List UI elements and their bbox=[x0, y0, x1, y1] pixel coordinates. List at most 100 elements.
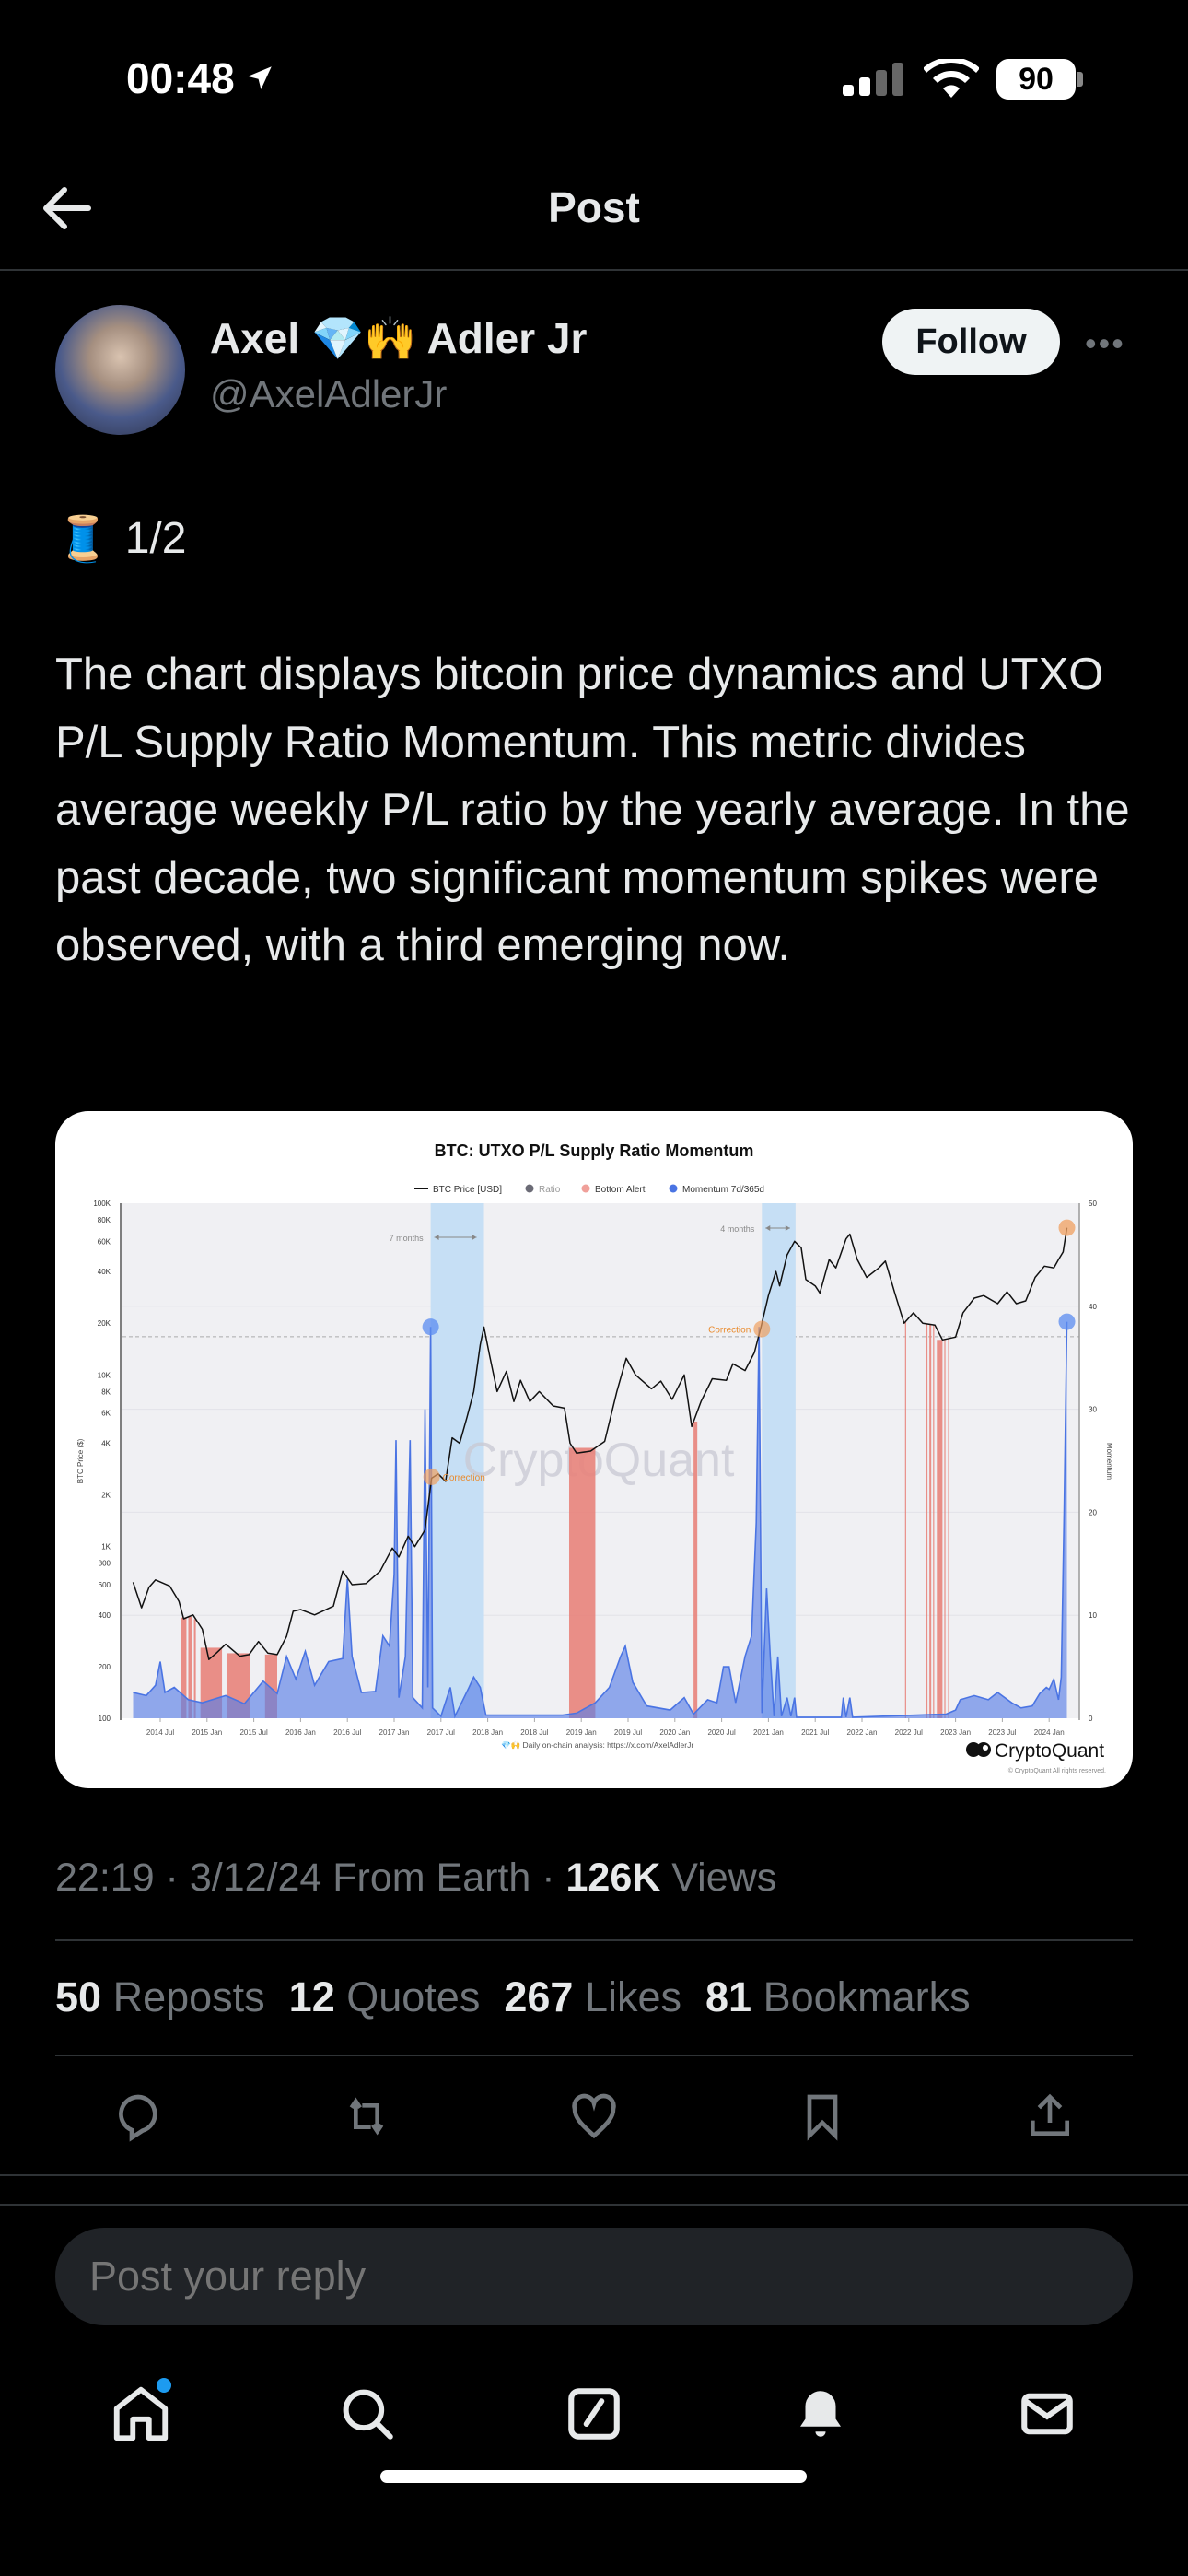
x-tick-label: 2023 Jul bbox=[988, 1728, 1016, 1737]
x-tick-label: 2017 Jul bbox=[427, 1728, 455, 1737]
reply-input[interactable] bbox=[55, 2228, 1133, 2325]
bottom-alert-bar bbox=[948, 1339, 949, 1718]
legend-ratio: Ratio bbox=[539, 1185, 561, 1195]
chart-image[interactable]: BTC: UTXO P/L Supply Ratio Momentum BTC … bbox=[55, 1111, 1133, 1788]
bookmark-icon[interactable] bbox=[790, 2084, 855, 2149]
bottom-alert-bar bbox=[926, 1324, 928, 1718]
y-tick-label: 4K bbox=[101, 1439, 111, 1447]
y2-tick-label: 50 bbox=[1089, 1200, 1097, 1208]
legend-price: BTC Price [USD] bbox=[433, 1185, 502, 1195]
post-time: 22:19 bbox=[55, 1856, 155, 1900]
y2-tick-label: 40 bbox=[1089, 1303, 1097, 1311]
divider bbox=[0, 2204, 1188, 2206]
x-tick-label: 2019 Jan bbox=[566, 1728, 597, 1737]
post-date: 3/12/24 bbox=[189, 1856, 322, 1900]
correction-label: Correction bbox=[443, 1473, 485, 1483]
y2-tick-label: 20 bbox=[1089, 1508, 1097, 1516]
header-divider bbox=[0, 269, 1188, 271]
bottom-alert-bar bbox=[568, 1447, 596, 1718]
x-tick-label: 2022 Jan bbox=[847, 1728, 878, 1737]
follow-button[interactable]: Follow bbox=[882, 309, 1060, 375]
action-bar bbox=[55, 2084, 1133, 2149]
reposts-stat[interactable]: 50 Reposts bbox=[55, 1973, 265, 2021]
y-axis-label: BTC Price ($) bbox=[76, 1438, 85, 1483]
x-tick-label: 2024 Jan bbox=[1034, 1728, 1065, 1737]
quotes-stat[interactable]: 12 Quotes bbox=[289, 1973, 481, 2021]
x-tick-label: 2021 Jan bbox=[753, 1728, 784, 1737]
y-tick-label: 8K bbox=[101, 1388, 111, 1396]
y2-axis-label: Momentum bbox=[1105, 1443, 1113, 1480]
x-tick-label: 2020 Jul bbox=[707, 1728, 735, 1737]
bottom-alert-bar bbox=[937, 1340, 943, 1718]
chart-footer: 💎🙌 Daily on-chain analysis: https://x.co… bbox=[501, 1740, 693, 1750]
legend-bottom-alert: Bottom Alert bbox=[595, 1185, 646, 1195]
unread-dot bbox=[157, 2378, 171, 2393]
views-count: 126K bbox=[565, 1856, 661, 1900]
author-handle[interactable]: @AxelAdlerJr bbox=[210, 372, 447, 416]
band-label: 7 months bbox=[390, 1234, 425, 1243]
bottom-tab-bar bbox=[0, 2372, 1188, 2455]
thread-index: 1/2 bbox=[124, 514, 187, 563]
copyright: © CryptoQuant All rights reserved. bbox=[1008, 1767, 1106, 1774]
x-tick-label: 2023 Jan bbox=[940, 1728, 971, 1737]
repost-icon[interactable] bbox=[334, 2084, 399, 2149]
y-tick-label: 100K bbox=[93, 1200, 111, 1208]
x-tick-label: 2020 Jan bbox=[659, 1728, 690, 1737]
momentum-spike-marker bbox=[1058, 1313, 1076, 1330]
page-title: Post bbox=[548, 183, 640, 231]
battery-cap bbox=[1077, 72, 1083, 87]
x-tick-label: 2015 Jan bbox=[192, 1728, 222, 1737]
likes-stat[interactable]: 267 Likes bbox=[504, 1973, 681, 2021]
wifi-icon bbox=[923, 56, 980, 102]
search-icon[interactable] bbox=[326, 2372, 409, 2455]
post-text: The chart displays bitcoin price dynamic… bbox=[55, 650, 1130, 970]
reply-icon[interactable] bbox=[106, 2084, 170, 2149]
y-tick-label: 200 bbox=[99, 1663, 111, 1671]
thread-icon: 🧵 bbox=[55, 515, 111, 564]
x-tick-label: 2019 Jul bbox=[614, 1728, 642, 1737]
x-tick-label: 2018 Jan bbox=[472, 1728, 503, 1737]
x-tick-label: 2016 Jan bbox=[285, 1728, 316, 1737]
x-tick-label: 2018 Jul bbox=[520, 1728, 548, 1737]
bottom-alert-bar bbox=[933, 1325, 935, 1718]
more-options-icon[interactable]: ••• bbox=[1085, 324, 1125, 363]
x-tick-label: 2017 Jan bbox=[379, 1728, 410, 1737]
x-tick-label: 2022 Jul bbox=[895, 1728, 923, 1737]
legend-momentum: Momentum 7d/365d bbox=[682, 1185, 764, 1195]
compose-icon[interactable] bbox=[553, 2372, 635, 2455]
price-peak-marker bbox=[1058, 1219, 1076, 1236]
y-tick-label: 40K bbox=[98, 1268, 111, 1276]
divider bbox=[55, 1939, 1133, 1941]
momentum-spike-marker bbox=[422, 1318, 439, 1336]
legend-momentum-swatch bbox=[669, 1184, 678, 1193]
bookmarks-stat[interactable]: 81 Bookmarks bbox=[705, 1973, 971, 2021]
home-icon[interactable] bbox=[99, 2372, 182, 2455]
share-icon[interactable] bbox=[1018, 2084, 1082, 2149]
divider bbox=[0, 2174, 1188, 2176]
thread-indicator: 🧵 1/2 bbox=[55, 512, 187, 565]
location-arrow-icon bbox=[247, 66, 272, 90]
y2-tick-label: 0 bbox=[1089, 1715, 1093, 1723]
notifications-icon[interactable] bbox=[779, 2372, 862, 2455]
avatar[interactable] bbox=[55, 305, 185, 435]
bottom-alert-bar bbox=[944, 1339, 946, 1718]
correction-label: Correction bbox=[708, 1326, 751, 1336]
y-tick-label: 80K bbox=[98, 1216, 111, 1224]
bottom-alert-bar bbox=[904, 1322, 906, 1718]
home-indicator bbox=[380, 2470, 807, 2483]
engagement-stats: 50 Reposts 12 Quotes 267 Likes 81 Bookma… bbox=[55, 1973, 971, 2021]
like-icon[interactable] bbox=[562, 2084, 626, 2149]
y2-tick-label: 10 bbox=[1089, 1611, 1097, 1620]
y-tick-label: 100 bbox=[99, 1715, 111, 1723]
messages-icon[interactable] bbox=[1006, 2372, 1089, 2455]
y-tick-label: 6K bbox=[101, 1410, 111, 1418]
legend-bottom-alert-swatch bbox=[581, 1184, 590, 1193]
x-tick-label: 2021 Jul bbox=[801, 1728, 829, 1737]
legend: BTC Price [USD] Ratio Bottom Alert Momen… bbox=[414, 1184, 764, 1195]
bottom-alert-bar bbox=[693, 1421, 698, 1718]
cellular-signal-icon bbox=[843, 63, 907, 100]
status-time: 00:48 bbox=[126, 53, 275, 103]
author-name[interactable]: Axel 💎🙌 Adler Jr bbox=[210, 313, 587, 364]
x-tick-label: 2015 Jul bbox=[239, 1728, 267, 1737]
y-tick-label: 800 bbox=[99, 1560, 111, 1568]
